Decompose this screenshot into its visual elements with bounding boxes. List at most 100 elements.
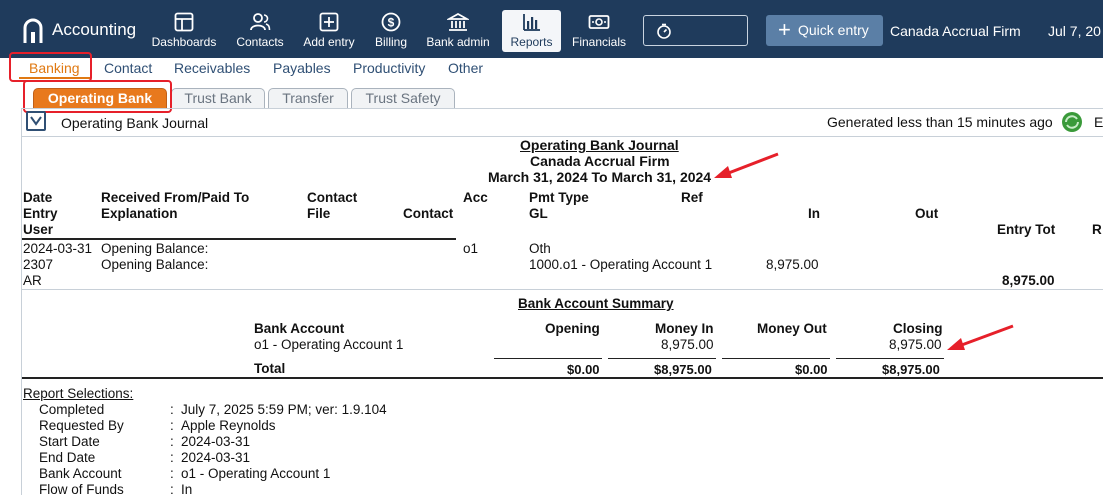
summary-col-closing: Closing <box>893 321 943 336</box>
report-category-nav: Banking Contact Receivables Payables Pro… <box>0 58 1103 80</box>
nav-dashboards[interactable]: Dashboards <box>150 10 218 52</box>
subnav-productivity[interactable]: Productivity <box>353 60 425 76</box>
summary-account-name: o1 - Operating Account 1 <box>254 337 404 352</box>
summary-total-money-out: $0.00 <box>795 362 828 377</box>
col-in: In <box>808 206 820 221</box>
nav-label: Add entry <box>303 35 355 49</box>
nav-contacts[interactable]: Contacts <box>232 10 288 52</box>
col-user: User <box>23 222 54 237</box>
row-received: Opening Balance: <box>101 241 209 256</box>
summary-col-money-in: Money In <box>655 321 714 336</box>
header-rule <box>22 238 456 240</box>
summary-col-money-out: Money Out <box>757 321 827 336</box>
generated-status: Generated less than 15 minutes ago <box>827 114 1053 130</box>
col-entry: Entry <box>23 206 58 221</box>
row-acc: o1 <box>463 241 479 256</box>
report-bar-title: Operating Bank Journal <box>61 115 209 131</box>
summary-total-opening: $0.00 <box>567 362 600 377</box>
nav-bank-admin[interactable]: Bank admin <box>424 10 492 52</box>
chevron-down-icon <box>30 116 42 126</box>
selection-colon: : <box>170 466 174 481</box>
firm-name[interactable]: Canada Accrual Firm <box>890 23 1021 39</box>
col-file: File <box>307 206 331 221</box>
selection-value: 2024-03-31 <box>181 450 251 465</box>
nav-reports[interactable]: Reports <box>502 10 561 52</box>
subnav-payables[interactable]: Payables <box>273 60 331 76</box>
col-explanation: Explanation <box>101 206 178 221</box>
selection-colon: : <box>170 482 174 495</box>
add-entry-icon <box>319 12 339 32</box>
col-received: Received From/Paid To <box>101 190 250 205</box>
col-gl: GL <box>529 206 548 221</box>
report-title: Operating Bank Journal <box>520 137 679 153</box>
reports-icon <box>522 14 540 31</box>
timer-button[interactable] <box>643 15 748 46</box>
row-pmt-type: Oth <box>529 241 551 256</box>
selection-value: 2024-03-31 <box>181 434 251 449</box>
selection-value: In <box>181 482 193 495</box>
refresh-icon[interactable] <box>1061 111 1083 133</box>
divider <box>22 289 1103 290</box>
col-pmt-type: Pmt Type <box>529 190 589 205</box>
col-r: R <box>1092 222 1102 237</box>
selection-label: Flow of Funds <box>39 482 124 495</box>
col-contact-file: Contact <box>307 190 358 205</box>
nav-label: Bank admin <box>426 35 490 49</box>
row-gl: 1000.o1 - Operating Account 1 <box>529 257 712 272</box>
subtotal-rule <box>494 358 602 359</box>
subnav-receivables[interactable]: Receivables <box>174 60 250 76</box>
nav-label: Dashboards <box>151 35 217 49</box>
row-entry-total: 8,975.00 <box>1002 273 1055 288</box>
tab-transfer[interactable]: Transfer <box>268 88 348 108</box>
top-bar: Accounting Dashboards Contacts Add entry… <box>0 0 1103 58</box>
nav-label: Contacts <box>236 35 284 49</box>
plus-icon: + <box>778 17 791 42</box>
selection-colon: : <box>170 402 174 417</box>
current-date: Jul 7, 20 <box>1048 23 1101 39</box>
nav-label: Billing <box>374 35 407 49</box>
bank-icon <box>447 12 469 31</box>
summary-col-account: Bank Account <box>254 321 345 336</box>
report-date-range: March 31, 2024 To March 31, 2024 <box>488 169 712 185</box>
col-out: Out <box>915 206 939 221</box>
tab-trust-safety[interactable]: Trust Safety <box>351 88 455 108</box>
nav-label: Financials <box>571 35 627 49</box>
summary-total-label: Total <box>254 361 286 376</box>
subnav-other[interactable]: Other <box>448 60 483 76</box>
summary-total-money-in: $8,975.00 <box>654 362 712 377</box>
svg-text:$: $ <box>388 16 395 30</box>
subtotal-rule <box>722 358 830 359</box>
stopwatch-icon <box>657 23 671 39</box>
quick-entry-button[interactable]: + Quick entry <box>766 15 883 46</box>
subtotal-rule <box>836 358 944 359</box>
col-contact: Contact <box>403 206 454 221</box>
summary-title: Bank Account Summary <box>518 296 674 311</box>
selection-label: Bank Account <box>39 466 122 481</box>
nav-financials[interactable]: Financials <box>570 10 628 52</box>
selection-value: o1 - Operating Account 1 <box>181 466 331 481</box>
col-entry-tot: Entry Tot <box>997 222 1056 237</box>
col-date: Date <box>23 190 53 205</box>
selection-value: Apple Reynolds <box>181 418 276 433</box>
app-title[interactable]: Accounting <box>52 20 136 40</box>
selection-colon: : <box>170 434 174 449</box>
summary-total-closing: $8,975.00 <box>882 362 940 377</box>
subnav-contact[interactable]: Contact <box>104 60 152 76</box>
quick-entry-label: Quick entry <box>798 22 869 38</box>
annotation-arrow-icon <box>714 152 779 178</box>
annotation-arrow-icon <box>947 324 1014 350</box>
annotation-box-banking <box>9 52 92 82</box>
report-bar-cut-text: E <box>1094 114 1103 130</box>
subtotal-rule <box>608 358 716 359</box>
nav-add-entry[interactable]: Add entry <box>300 10 358 52</box>
collapse-toggle[interactable] <box>26 111 46 131</box>
row-entry[interactable]: 2307 <box>23 257 53 272</box>
dashboard-icon <box>174 12 194 32</box>
selection-colon: : <box>170 418 174 433</box>
app-logo-icon <box>23 18 43 43</box>
selections-title: Report Selections: <box>23 386 134 401</box>
report-firm: Canada Accrual Firm <box>530 153 670 169</box>
selection-label: Requested By <box>39 418 124 433</box>
nav-billing[interactable]: $ Billing <box>370 10 412 52</box>
tab-trust-bank[interactable]: Trust Bank <box>171 88 265 108</box>
